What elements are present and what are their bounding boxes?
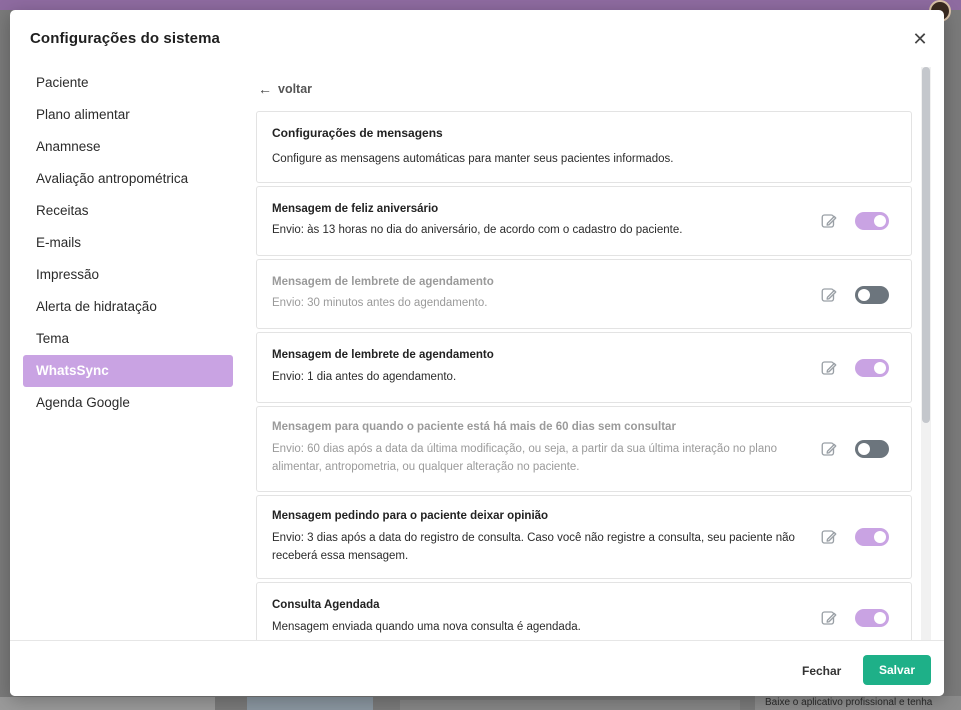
- message-description: Mensagem enviada quando uma nova consult…: [272, 621, 581, 633]
- message-card-reminder-30min: Mensagem de lembrete de agendamento Envi…: [256, 259, 912, 329]
- message-title: Consulta Agendada: [272, 599, 380, 611]
- background-panel-left: [0, 697, 215, 710]
- background-card: [247, 697, 373, 710]
- message-description: Envio: às 13 horas no dia do aniversário…: [272, 224, 683, 236]
- message-card-birthday: Mensagem de feliz aniversário Envio: às …: [256, 186, 912, 256]
- message-title: Mensagem de lembrete de agendamento: [272, 276, 494, 288]
- message-toggle[interactable]: [855, 359, 889, 377]
- modal-header: Configurações do sistema ✕: [10, 10, 944, 66]
- settings-sidebar: Paciente Plano alimentar Anamnese Avalia…: [23, 67, 233, 419]
- sidebar-item-agenda-google[interactable]: Agenda Google: [23, 387, 233, 419]
- sidebar-item-whatssync[interactable]: WhatsSync: [23, 355, 233, 387]
- message-description: Envio: 1 dia antes do agendamento.: [272, 371, 457, 383]
- close-icon[interactable]: ✕: [910, 29, 930, 49]
- sidebar-item-avaliacao-antropometrica[interactable]: Avaliação antropométrica: [23, 163, 233, 195]
- settings-content: ← voltar Configurações de mensagens Conf…: [255, 67, 919, 640]
- message-title: Mensagem pedindo para o paciente deixar …: [272, 510, 549, 522]
- message-toggle[interactable]: [855, 212, 889, 230]
- message-title: Mensagem de feliz aniversário: [272, 203, 439, 215]
- background-app-promo: Baixe o aplicativo profissional e tenha: [755, 696, 961, 710]
- edit-icon[interactable]: [820, 286, 838, 304]
- background-panel-middle: [400, 700, 740, 710]
- sidebar-item-plano-alimentar[interactable]: Plano alimentar: [23, 99, 233, 131]
- message-card-review-request: Mensagem pedindo para o paciente deixar …: [256, 495, 912, 579]
- intro-description: Configure as mensagens automáticas para …: [272, 153, 674, 165]
- message-toggle[interactable]: [855, 528, 889, 546]
- scrollbar-thumb[interactable]: [922, 67, 930, 423]
- edit-icon[interactable]: [820, 528, 838, 546]
- save-button[interactable]: Salvar: [863, 655, 931, 685]
- sidebar-item-anamnese[interactable]: Anamnese: [23, 131, 233, 163]
- message-toggle[interactable]: [855, 609, 889, 627]
- sidebar-item-paciente[interactable]: Paciente: [23, 67, 233, 99]
- message-description: Envio: 60 dias após a data da última mod…: [272, 443, 778, 473]
- edit-icon[interactable]: [820, 212, 838, 230]
- intro-title: Configurações de mensagens: [272, 126, 443, 140]
- messages-intro-card: Configurações de mensagens Configure as …: [256, 111, 912, 183]
- message-description: Envio: 30 minutos antes do agendamento.: [272, 297, 488, 309]
- sidebar-item-emails[interactable]: E-mails: [23, 227, 233, 259]
- message-toggle[interactable]: [855, 440, 889, 458]
- sidebar-item-alerta-hidratacao[interactable]: Alerta de hidratação: [23, 291, 233, 323]
- edit-icon[interactable]: [820, 440, 838, 458]
- message-toggle[interactable]: [855, 286, 889, 304]
- back-link[interactable]: ← voltar: [258, 81, 312, 97]
- close-button[interactable]: Fechar: [790, 657, 853, 685]
- modal-title: Configurações do sistema: [30, 30, 220, 47]
- modal-footer: Fechar Salvar: [10, 640, 944, 696]
- edit-icon[interactable]: [820, 359, 838, 377]
- message-title: Mensagem de lembrete de agendamento: [272, 349, 494, 361]
- message-card-inactive-60days: Mensagem para quando o paciente está há …: [256, 406, 912, 492]
- content-scrollbar[interactable]: [921, 67, 931, 640]
- message-card-reminder-1day: Mensagem de lembrete de agendamento Envi…: [256, 332, 912, 403]
- message-title: Mensagem para quando o paciente está há …: [272, 421, 676, 433]
- arrow-left-icon: ←: [258, 81, 272, 97]
- message-card-appointment-scheduled: Consulta Agendada Mensagem enviada quand…: [256, 582, 912, 640]
- sidebar-item-receitas[interactable]: Receitas: [23, 195, 233, 227]
- system-settings-modal: Configurações do sistema ✕ Paciente Plan…: [10, 10, 944, 696]
- background-topbar: [0, 0, 961, 10]
- edit-icon[interactable]: [820, 609, 838, 627]
- message-description: Envio: 3 dias após a data do registro de…: [272, 532, 795, 562]
- back-link-label: voltar: [278, 82, 313, 96]
- sidebar-item-tema[interactable]: Tema: [23, 323, 233, 355]
- sidebar-item-impressao[interactable]: Impressão: [23, 259, 233, 291]
